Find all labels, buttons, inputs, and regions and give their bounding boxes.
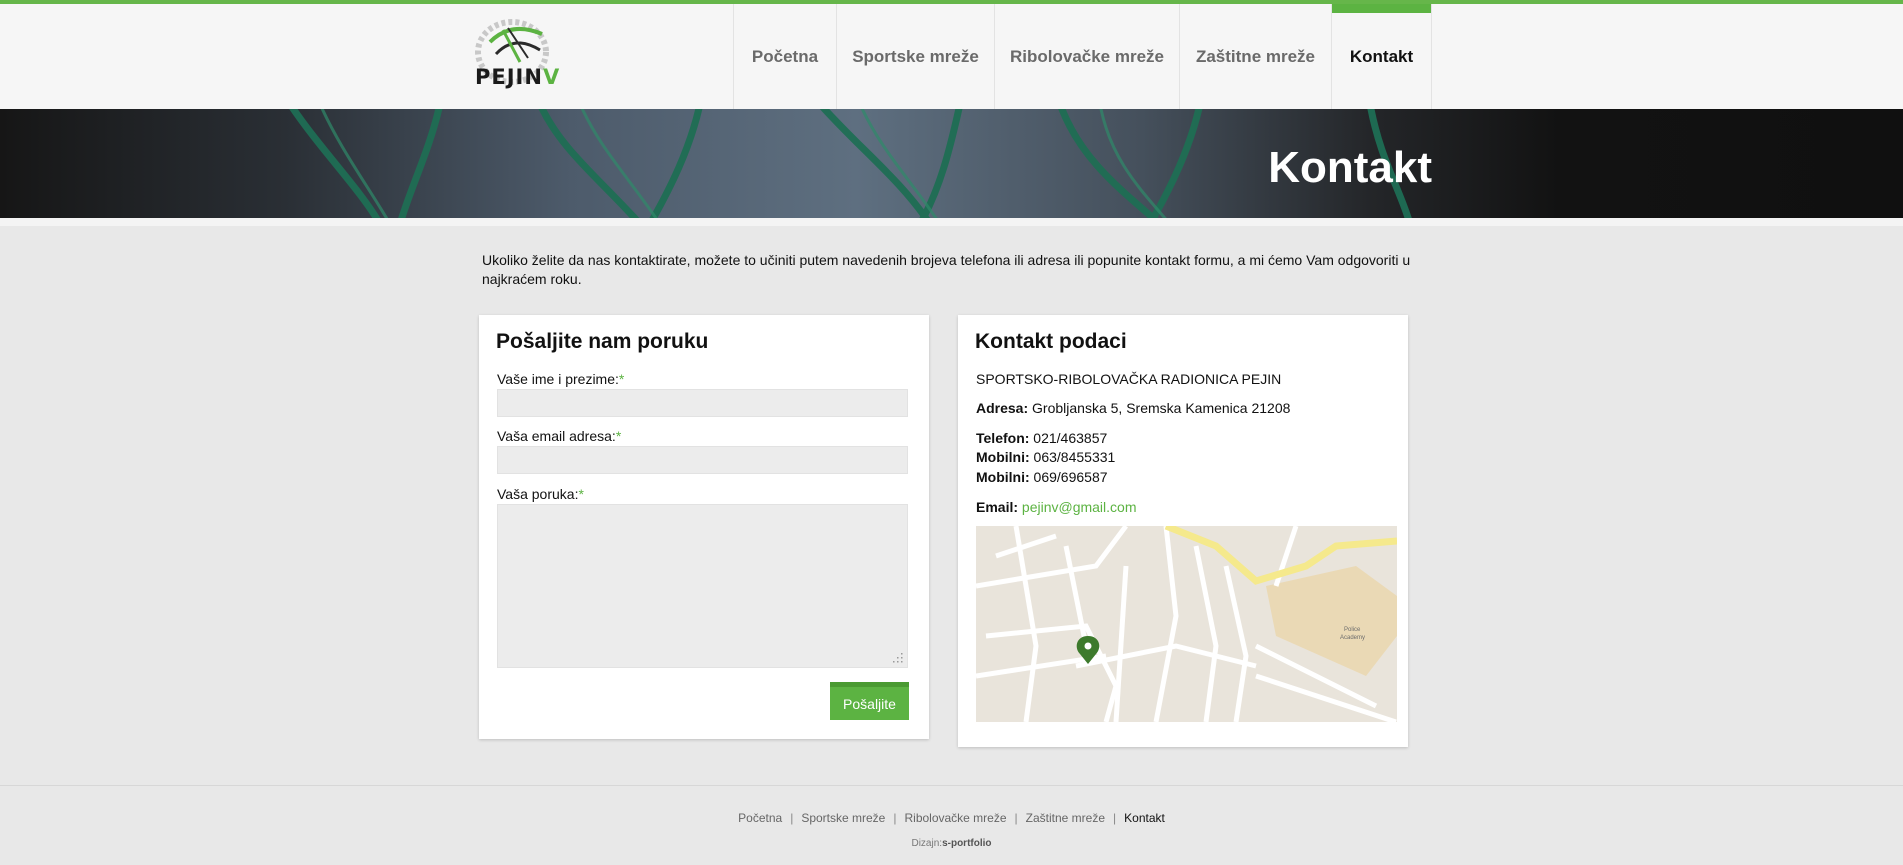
- nav-item-sportske-mreze[interactable]: Sportske mreže: [837, 4, 995, 109]
- footer-separator: |: [893, 811, 897, 825]
- phone-line: Telefon: 021/463857: [976, 430, 1107, 446]
- email-label: Vaša email adresa:*: [497, 428, 621, 444]
- email-label-text: Vaša email adresa:: [497, 428, 616, 444]
- footer-nav: Početna | Sportske mreže | Ribolovačke m…: [0, 811, 1903, 825]
- logo-accent: V: [542, 65, 561, 89]
- banner-divider: [0, 218, 1903, 226]
- credit-prefix: Dizajn:: [911, 838, 943, 849]
- send-button[interactable]: Pošaljite: [830, 682, 909, 720]
- page-banner: Kontakt: [0, 109, 1903, 218]
- company-name: SPORTSKO-RIBOLOVAČKA RADIONICA PEJIN: [976, 371, 1282, 387]
- footer-separator: |: [790, 811, 794, 825]
- logo-text: PEJIN: [475, 65, 543, 89]
- email-label: Email:: [976, 499, 1019, 515]
- site-header: PEJINV Početna Sportske mreže Ribolovačk…: [0, 4, 1903, 109]
- required-mark: *: [618, 371, 625, 387]
- footer-separator: |: [1014, 811, 1018, 825]
- name-label-text: Vaše ime i prezime:: [497, 371, 619, 387]
- footer-link-kontakt[interactable]: Kontakt: [1124, 811, 1165, 825]
- mobile-label: Mobilni:: [976, 449, 1030, 465]
- main-nav: Početna Sportske mreže Ribolovačke mreže…: [733, 4, 1432, 109]
- mobile-line-1: Mobilni: 063/8455331: [976, 449, 1115, 465]
- footer-separator: |: [1113, 811, 1117, 825]
- name-field[interactable]: [497, 389, 908, 417]
- mobile-label: Mobilni:: [976, 469, 1030, 485]
- message-label-text: Vaša poruka:: [497, 486, 579, 502]
- contact-title: Kontakt podaci: [975, 330, 1127, 353]
- area-label-1: Police: [1344, 627, 1361, 633]
- map-drawing: Police Academy: [976, 526, 1397, 722]
- site-footer: Početna | Sportske mreže | Ribolovačke m…: [0, 785, 1903, 865]
- name-label: Vaše ime i prezime:*: [497, 371, 624, 387]
- address-value: Grobljanska 5, Sremska Kamenica 21208: [1032, 400, 1291, 416]
- resize-grip-icon[interactable]: [893, 653, 903, 663]
- phone-value: 021/463857: [1033, 430, 1108, 446]
- footer-link-pocetna[interactable]: Početna: [738, 811, 782, 825]
- required-mark: *: [615, 428, 622, 444]
- net-illustration: [289, 109, 1412, 218]
- intro-text: Ukoliko želite da nas kontaktirate, može…: [482, 252, 1411, 287]
- message-label: Vaša poruka:*: [497, 486, 584, 502]
- contact-info-card: Kontakt podaci SPORTSKO-RIBOLOVAČKA RADI…: [958, 315, 1408, 747]
- credit-link[interactable]: s-portfolio: [942, 838, 991, 849]
- area-label-2: Academy: [1340, 635, 1365, 641]
- email-field[interactable]: [497, 446, 908, 474]
- email-link[interactable]: pejinv@gmail.com: [1022, 499, 1137, 515]
- mobile-value-1: 063/8455331: [1033, 449, 1116, 465]
- phone-label: Telefon:: [976, 430, 1030, 446]
- address-line: Adresa: Grobljanska 5, Sremska Kamenica …: [976, 400, 1290, 416]
- nav-item-pocetna[interactable]: Početna: [734, 4, 837, 109]
- footer-link-zastitne-mreze[interactable]: Zaštitne mreže: [1026, 811, 1105, 825]
- contact-form-card: Pošaljite nam poruku Vaše ime i prezime:…: [479, 315, 929, 739]
- design-credit: Dizajn:s-portfolio: [0, 838, 1903, 849]
- email-line: Email: pejinv@gmail.com: [976, 499, 1137, 515]
- mobile-line-2: Mobilni: 069/696587: [976, 469, 1108, 485]
- address-label: Adresa:: [976, 400, 1029, 416]
- footer-link-sportske-mreze[interactable]: Sportske mreže: [801, 811, 885, 825]
- nav-item-zastitne-mreze[interactable]: Zaštitne mreže: [1180, 4, 1332, 109]
- location-map[interactable]: Police Academy: [976, 526, 1397, 722]
- message-textarea[interactable]: [497, 504, 908, 668]
- nav-item-ribolovacke-mreze[interactable]: Ribolovačke mreže: [995, 4, 1180, 109]
- form-title: Pošaljite nam poruku: [496, 330, 709, 353]
- footer-link-ribolovacke-mreze[interactable]: Ribolovačke mreže: [904, 811, 1006, 825]
- nav-item-kontakt[interactable]: Kontakt: [1332, 4, 1432, 109]
- mobile-value-2: 069/696587: [1033, 469, 1108, 485]
- page-title: Kontakt: [1268, 143, 1432, 192]
- logo-wordmark[interactable]: PEJINV: [475, 65, 560, 89]
- required-mark: *: [578, 486, 584, 502]
